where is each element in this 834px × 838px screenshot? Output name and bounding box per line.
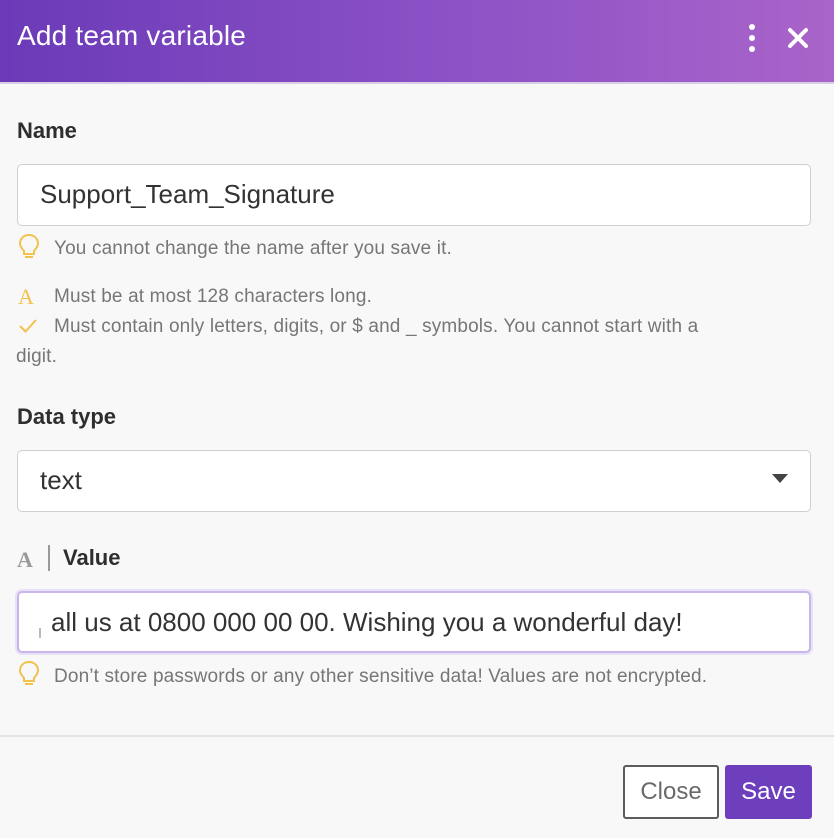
name-input[interactable]: Support_Team_Signature — [17, 164, 811, 226]
footer-divider — [0, 735, 834, 737]
label-divider — [48, 545, 50, 571]
letter-a-icon: A — [17, 547, 33, 572]
name-immutable-hint: You cannot change the name after you sav… — [54, 238, 452, 259]
value-label: Value — [63, 545, 121, 570]
dialog-title: Add team variable — [17, 20, 247, 51]
data-type-select[interactable]: text — [17, 450, 811, 512]
name-label: Name — [17, 118, 77, 143]
letter-a-icon: A — [18, 284, 34, 309]
close-icon[interactable] — [784, 24, 812, 52]
dialog-header: Add team variable — [0, 0, 834, 84]
close-button[interactable]: Close — [623, 765, 719, 819]
lightbulb-icon — [18, 660, 40, 693]
name-charset-rule: Must contain only letters, digits, or $ … — [54, 316, 699, 337]
lightbulb-icon — [18, 233, 40, 266]
add-team-variable-dialog: Add team variable Name Support_Team_Sign… — [0, 0, 834, 838]
chevron-down-icon[interactable] — [772, 474, 788, 483]
checkmark-icon — [18, 316, 38, 341]
value-sensitive-data-hint: Don’t store passwords or any other sensi… — [54, 666, 708, 687]
more-options-icon[interactable] — [744, 24, 760, 52]
name-charset-rule-continuation: digit. — [16, 346, 58, 367]
data-type-label: Data type — [17, 404, 117, 429]
text-caret — [39, 628, 41, 638]
name-length-rule: Must be at most 128 characters long. — [54, 286, 372, 307]
value-input[interactable]: all us at 0800 000 00 00. Wishing you a … — [17, 591, 811, 653]
value-input-text: all us at 0800 000 00 00. Wishing you a … — [51, 607, 683, 637]
save-button[interactable]: Save — [725, 765, 812, 819]
